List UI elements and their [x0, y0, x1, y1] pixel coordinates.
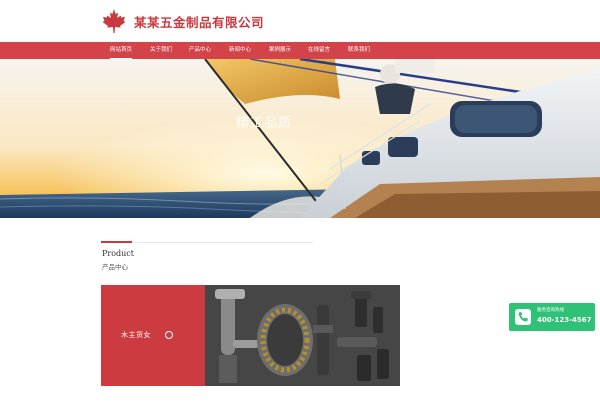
product-category-label: 木主货女 — [121, 331, 151, 339]
sailboat-banner-image — [0, 59, 600, 218]
section-divider — [101, 242, 313, 243]
nav-item-contact[interactable]: 联系我们 — [348, 42, 370, 59]
hotline-label: 服务咨询热线 — [537, 308, 564, 313]
nav-item-cases[interactable]: 案例展示 — [269, 42, 291, 59]
section-divider-accent — [101, 241, 132, 243]
nav-item-products[interactable]: 产品中心 — [189, 42, 211, 59]
section-title-zh: 产品中心 — [102, 263, 128, 271]
section-title-en: Product — [102, 249, 134, 258]
hotline-number[interactable]: 400-123-4567 — [537, 316, 592, 324]
nav-item-news[interactable]: 新闻中心 — [229, 42, 251, 59]
nav-item-home[interactable]: 网站首页 — [110, 42, 133, 59]
site-header: 某某五金制品有限公司 — [0, 0, 600, 42]
phone-icon — [515, 309, 531, 325]
hero-banner[interactable]: 精工品质 — [0, 59, 600, 218]
nav-item-message[interactable]: 在线留言 — [308, 42, 330, 59]
product-category-card[interactable]: 木主货女 — [101, 285, 205, 386]
hotline-widget[interactable]: 服务咨询热线 400-123-4567 — [509, 303, 595, 331]
banner-caption: 精工品质 — [236, 116, 293, 131]
maple-leaf-icon[interactable] — [101, 8, 127, 34]
company-name[interactable]: 某某五金制品有限公司 — [134, 12, 264, 31]
arrow-circle-icon — [165, 331, 173, 339]
hardware-products-image — [205, 285, 400, 386]
main-nav: 网站首页 关于我们 产品中心 新闻中心 案例展示 在线留言 联系我们 — [0, 42, 600, 59]
nav-item-about[interactable]: 关于我们 — [150, 42, 172, 59]
product-image[interactable] — [205, 285, 400, 386]
